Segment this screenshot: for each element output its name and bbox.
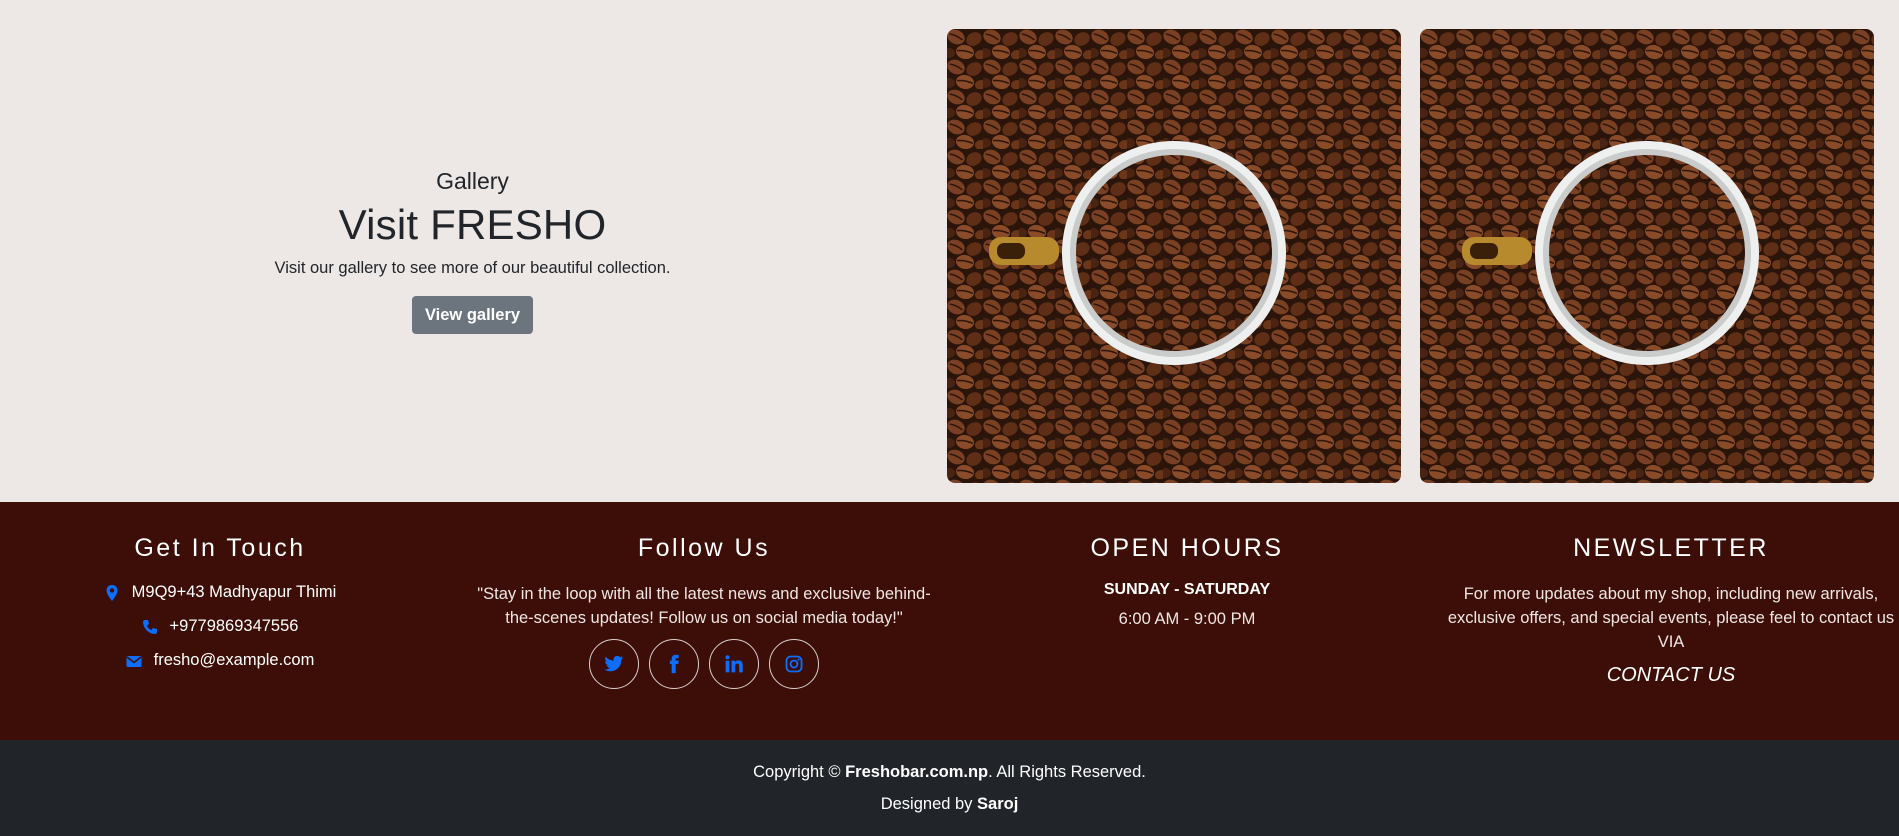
bottom-bar: Copyright © Freshobar.com.np. All Rights… bbox=[0, 740, 1899, 836]
twitter-button[interactable] bbox=[589, 639, 639, 689]
newsletter-title: NEWSLETTER bbox=[1573, 534, 1769, 562]
address-text: M9Q9+43 Madhyapur Thimi bbox=[131, 583, 337, 601]
copyright-line: Copyright © Freshobar.com.np. All Rights… bbox=[0, 763, 1899, 782]
twitter-icon bbox=[604, 655, 624, 672]
get-in-touch-column: Get In Touch M9Q9+43 Madhyapur Thimi +97… bbox=[0, 502, 440, 740]
coffee-cup-image bbox=[1420, 29, 1874, 483]
address-row: M9Q9+43 Madhyapur Thimi bbox=[0, 583, 440, 602]
copyright-suffix: . All Rights Reserved. bbox=[988, 763, 1146, 781]
envelope-icon bbox=[126, 655, 142, 667]
coffee-cup-image bbox=[947, 29, 1401, 483]
follow-us-text: "Stay in the loop with all the latest ne… bbox=[477, 585, 931, 627]
instagram-button[interactable] bbox=[769, 639, 819, 689]
email-row: fresho@example.com bbox=[0, 651, 440, 670]
open-hours-title: OPEN HOURS bbox=[1090, 534, 1284, 562]
follow-us-column: Follow Us "Stay in the loop with all the… bbox=[465, 502, 943, 740]
phone-text: +9779869347556 bbox=[169, 617, 299, 635]
view-gallery-button[interactable]: View gallery bbox=[412, 296, 533, 334]
follow-us-title: Follow Us bbox=[637, 534, 771, 562]
newsletter-text: For more updates about my shop, includin… bbox=[1447, 585, 1895, 651]
coffee-photo-1 bbox=[947, 29, 1401, 483]
open-hours-column: OPEN HOURS SUNDAY - SATURDAY 6:00 AM - 9… bbox=[948, 502, 1426, 740]
phone-icon bbox=[142, 619, 157, 634]
facebook-button[interactable] bbox=[649, 639, 699, 689]
open-hours-time: 6:00 AM - 9:00 PM bbox=[1118, 610, 1256, 628]
gallery-title: Visit FRESHO bbox=[338, 201, 607, 248]
designed-by-line: Designed by Saroj bbox=[0, 795, 1899, 814]
site-name: Freshobar.com.np bbox=[845, 763, 989, 781]
map-marker-icon bbox=[106, 584, 118, 601]
footer: Get In Touch M9Q9+43 Madhyapur Thimi +97… bbox=[0, 502, 1899, 740]
linkedin-icon bbox=[725, 655, 743, 673]
linkedin-button[interactable] bbox=[709, 639, 759, 689]
phone-row: +9779869347556 bbox=[0, 617, 440, 636]
instagram-icon bbox=[785, 655, 803, 673]
copyright-prefix: Copyright © bbox=[753, 763, 846, 781]
facebook-icon bbox=[669, 654, 679, 674]
gallery-section: Gallery Visit FRESHO Visit our gallery t… bbox=[0, 0, 1899, 502]
social-links bbox=[465, 639, 943, 689]
email-text: fresho@example.com bbox=[153, 651, 315, 669]
gallery-kicker: Gallery bbox=[436, 168, 509, 194]
gallery-intro: Gallery Visit FRESHO Visit our gallery t… bbox=[0, 0, 945, 502]
coffee-photo-2 bbox=[1420, 29, 1874, 483]
designer-name: Saroj bbox=[977, 795, 1019, 813]
designed-prefix: Designed by bbox=[880, 795, 978, 813]
gallery-description: Visit our gallery to see more of our bea… bbox=[274, 259, 671, 277]
get-in-touch-title: Get In Touch bbox=[134, 534, 306, 562]
open-days: SUNDAY - SATURDAY bbox=[1103, 581, 1271, 598]
newsletter-column: NEWSLETTER For more updates about my sho… bbox=[1430, 502, 1899, 740]
contact-us-link[interactable]: CONTACT US bbox=[1430, 664, 1899, 687]
